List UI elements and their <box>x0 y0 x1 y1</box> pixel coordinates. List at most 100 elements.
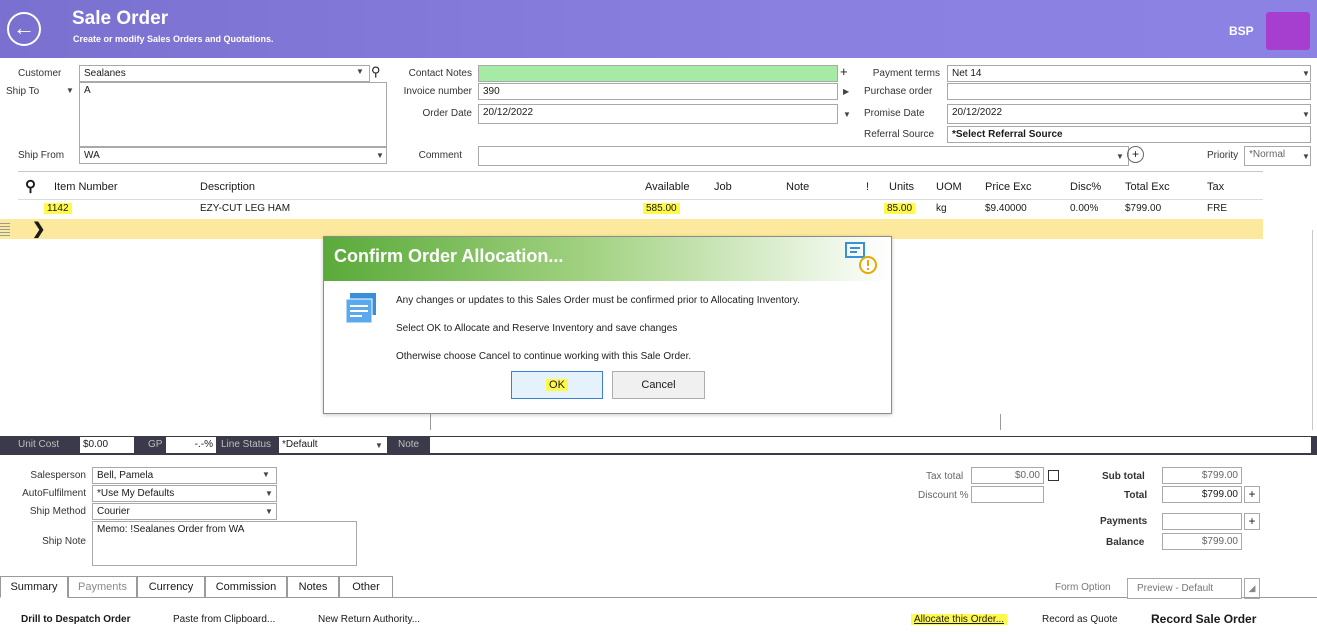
cancel-button[interactable]: Cancel <box>612 371 705 399</box>
row-description[interactable]: EZY-CUT LEG HAM <box>200 203 290 214</box>
row-item-number[interactable]: 1142 <box>44 203 72 214</box>
ok-button[interactable]: OK <box>511 371 603 399</box>
brand-label: BSP <box>1229 24 1254 38</box>
col-note[interactable]: Note <box>786 181 809 193</box>
priority-dropdown-icon[interactable]: ▼ <box>1302 152 1310 161</box>
record-quote-button[interactable]: Record as Quote <box>1042 614 1118 625</box>
promise-date-field[interactable]: 20/12/2022 <box>947 104 1311 124</box>
tab-notes[interactable]: Notes <box>287 576 339 598</box>
purchase-order-field[interactable] <box>947 83 1311 100</box>
col-description[interactable]: Description <box>200 181 255 193</box>
new-return-authority-button[interactable]: New Return Authority... <box>318 614 420 625</box>
salesperson-dropdown-icon[interactable]: ▼ <box>262 470 270 479</box>
row-disc[interactable]: 0.00% <box>1070 203 1098 214</box>
ship-from-field[interactable]: WA <box>79 147 387 164</box>
customer-field[interactable]: Sealanes <box>79 65 370 82</box>
grid-top-border <box>18 171 1263 172</box>
line-note-field[interactable] <box>430 437 1311 453</box>
row-uom[interactable]: kg <box>936 203 947 214</box>
contact-notes-field[interactable] <box>478 65 838 82</box>
tab-commission[interactable]: Commission <box>205 576 287 598</box>
ship-method-dropdown-icon[interactable]: ▼ <box>265 507 273 516</box>
tab-currency[interactable]: Currency <box>137 576 205 598</box>
payment-terms-value: Net 14 <box>952 68 982 79</box>
col-available[interactable]: Available <box>645 181 689 193</box>
col-item-number[interactable]: Item Number <box>54 181 118 193</box>
discount-field[interactable] <box>971 486 1044 503</box>
row-available[interactable]: 585.00 <box>643 203 680 214</box>
comment-field[interactable] <box>478 146 1129 166</box>
payment-terms-dropdown-icon[interactable]: ▼ <box>1302 69 1310 78</box>
referral-source-value: *Select Referral Source <box>952 129 1063 140</box>
page-title: Sale Order <box>72 8 169 29</box>
col-units[interactable]: Units <box>889 181 914 193</box>
comment-dropdown-icon[interactable]: ▼ <box>1116 152 1124 161</box>
payments-add-icon[interactable]: + <box>1244 513 1260 530</box>
row-units[interactable]: 85.00 <box>884 203 916 214</box>
allocate-order-button[interactable]: Allocate this Order... <box>911 614 1008 625</box>
invoice-arrow-icon[interactable]: ▶ <box>843 87 849 96</box>
tab-other[interactable]: Other <box>339 576 393 598</box>
referral-source-field[interactable]: *Select Referral Source <box>947 126 1311 143</box>
order-date-field[interactable]: 20/12/2022 <box>478 104 838 124</box>
salesperson-value: Bell, Pamela <box>97 470 154 481</box>
ship-method-value: Courier <box>97 506 130 517</box>
col-disc[interactable]: Disc% <box>1070 181 1101 193</box>
ship-method-field[interactable]: Courier <box>92 503 277 520</box>
autofulfilment-field[interactable]: *Use My Defaults <box>92 485 277 502</box>
splitter-grip-icon[interactable] <box>0 222 10 236</box>
col-price-exc[interactable]: Price Exc <box>985 181 1031 193</box>
drill-despatch-button[interactable]: Drill to Despatch Order <box>21 614 130 625</box>
col-job[interactable]: Job <box>714 181 732 193</box>
tax-total-checkbox[interactable] <box>1048 470 1059 481</box>
col-uom[interactable]: UOM <box>936 181 962 193</box>
comment-add-icon[interactable]: + <box>1127 146 1144 163</box>
ship-note-label: Ship Note <box>42 536 86 547</box>
ship-to-dropdown-icon[interactable]: ▼ <box>66 86 74 95</box>
promise-date-value: 20/12/2022 <box>952 107 1003 118</box>
order-date-dropdown-icon[interactable]: ▼ <box>843 110 851 119</box>
grid-search-icon[interactable]: ⚲ <box>25 177 36 195</box>
priority-field[interactable]: *Normal <box>1244 146 1311 166</box>
form-option-label: Form Option <box>1055 582 1111 593</box>
row-pointer-icon: ❯ <box>32 221 46 238</box>
dialog-line-3: Otherwise choose Cancel to continue work… <box>396 351 692 362</box>
promise-date-dropdown-icon[interactable]: ▼ <box>1302 110 1310 119</box>
salesperson-field[interactable]: Bell, Pamela <box>92 467 277 484</box>
payments-label: Payments <box>1100 516 1148 527</box>
ship-to-label: Ship To <box>6 86 40 97</box>
row-price-exc[interactable]: $9.40000 <box>985 203 1027 214</box>
col-flag[interactable]: ! <box>866 181 869 193</box>
gp-field[interactable]: -.-% <box>166 437 216 453</box>
available-value: 585.00 <box>643 203 680 214</box>
grid-header-divider <box>18 199 1263 200</box>
form-option-select[interactable]: Preview - Default <box>1127 578 1242 599</box>
payment-terms-field[interactable]: Net 14 <box>947 65 1311 82</box>
dialog-warning-icon <box>844 241 878 275</box>
row-total-exc[interactable]: $799.00 <box>1125 203 1161 214</box>
autofulfilment-dropdown-icon[interactable]: ▼ <box>265 489 273 498</box>
line-status-label: Line Status <box>221 439 272 450</box>
total-add-icon[interactable]: + <box>1244 486 1260 503</box>
priority-label: Priority <box>1207 150 1239 161</box>
tab-summary[interactable]: Summary <box>0 576 68 598</box>
line-status-dropdown-icon[interactable]: ▼ <box>375 441 383 450</box>
tab-payments[interactable]: Payments <box>68 576 137 598</box>
col-total-exc[interactable]: Total Exc <box>1125 181 1170 193</box>
form-option-resize-icon[interactable]: ◢ <box>1244 578 1260 599</box>
invoice-number-field[interactable]: 390 <box>478 83 838 100</box>
payments-field[interactable] <box>1162 513 1242 530</box>
payment-terms-label: Payment terms <box>872 68 940 79</box>
customer-dropdown-icon[interactable]: ▼ <box>356 67 364 76</box>
ship-note-field[interactable]: Memo: !Sealanes Order from WA <box>92 521 357 566</box>
tax-total-field[interactable]: $0.00 <box>971 467 1044 484</box>
back-button[interactable]: ← <box>7 12 41 46</box>
col-tax[interactable]: Tax <box>1207 181 1224 193</box>
contact-notes-add-icon[interactable]: + <box>840 64 848 79</box>
record-sale-order-button[interactable]: Record Sale Order <box>1151 612 1256 626</box>
paste-clipboard-button[interactable]: Paste from Clipboard... <box>173 614 275 625</box>
line-status-select[interactable]: *Default <box>279 437 387 453</box>
ship-to-field[interactable]: A <box>79 82 387 147</box>
unit-cost-field[interactable]: $0.00 <box>80 437 134 453</box>
row-tax[interactable]: FRE <box>1207 203 1227 214</box>
